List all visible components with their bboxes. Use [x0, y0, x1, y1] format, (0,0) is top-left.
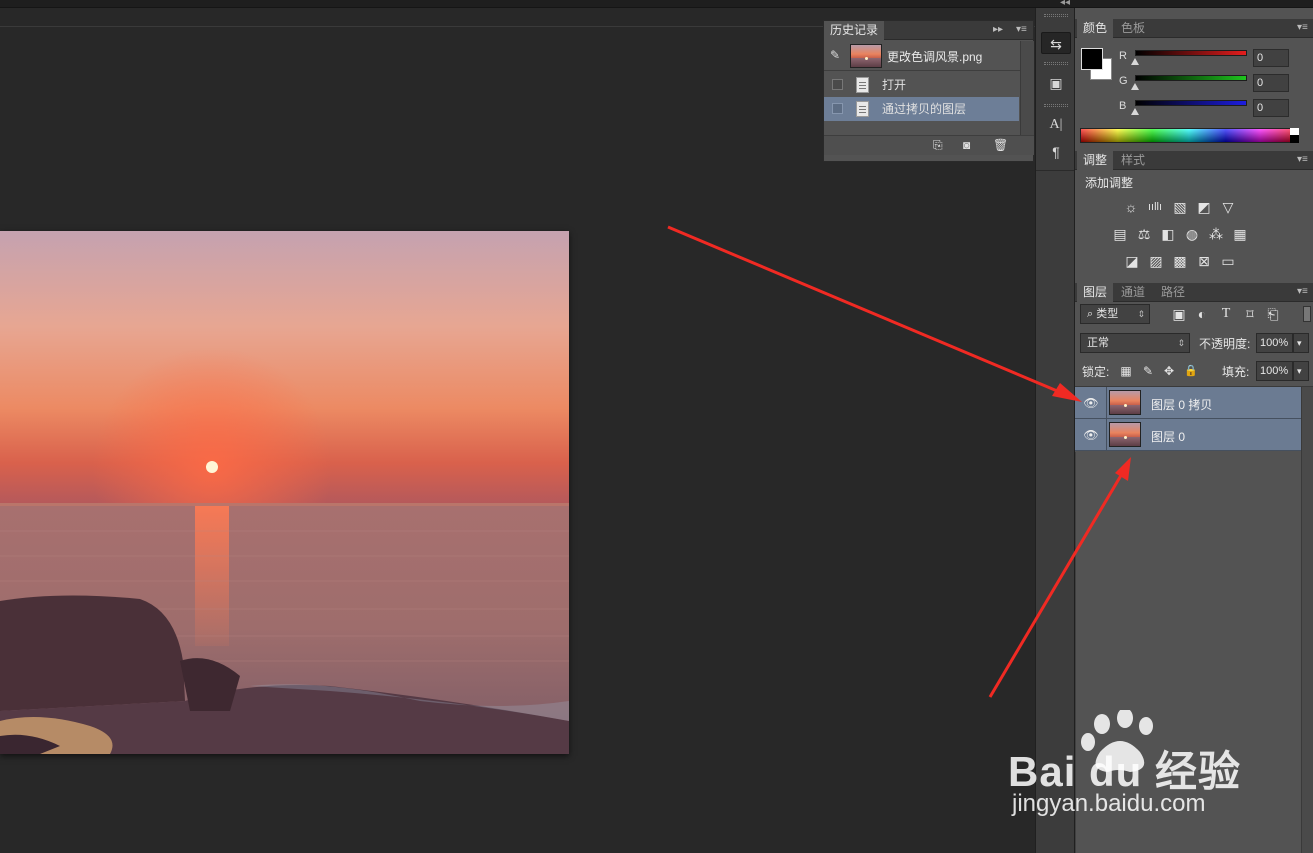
baidu-watermark: Bai du 经验 jingyan.baidu.com — [990, 708, 1290, 830]
foreground-color-swatch[interactable] — [1081, 48, 1103, 70]
watermark-url: jingyan.baidu.com — [1012, 790, 1206, 817]
annotation-arrow-to-layer-0 — [988, 471, 1125, 698]
annotation-arrow-to-copy-layer — [667, 225, 1063, 395]
arrowhead — [1115, 457, 1131, 481]
arrowhead — [1052, 383, 1082, 402]
